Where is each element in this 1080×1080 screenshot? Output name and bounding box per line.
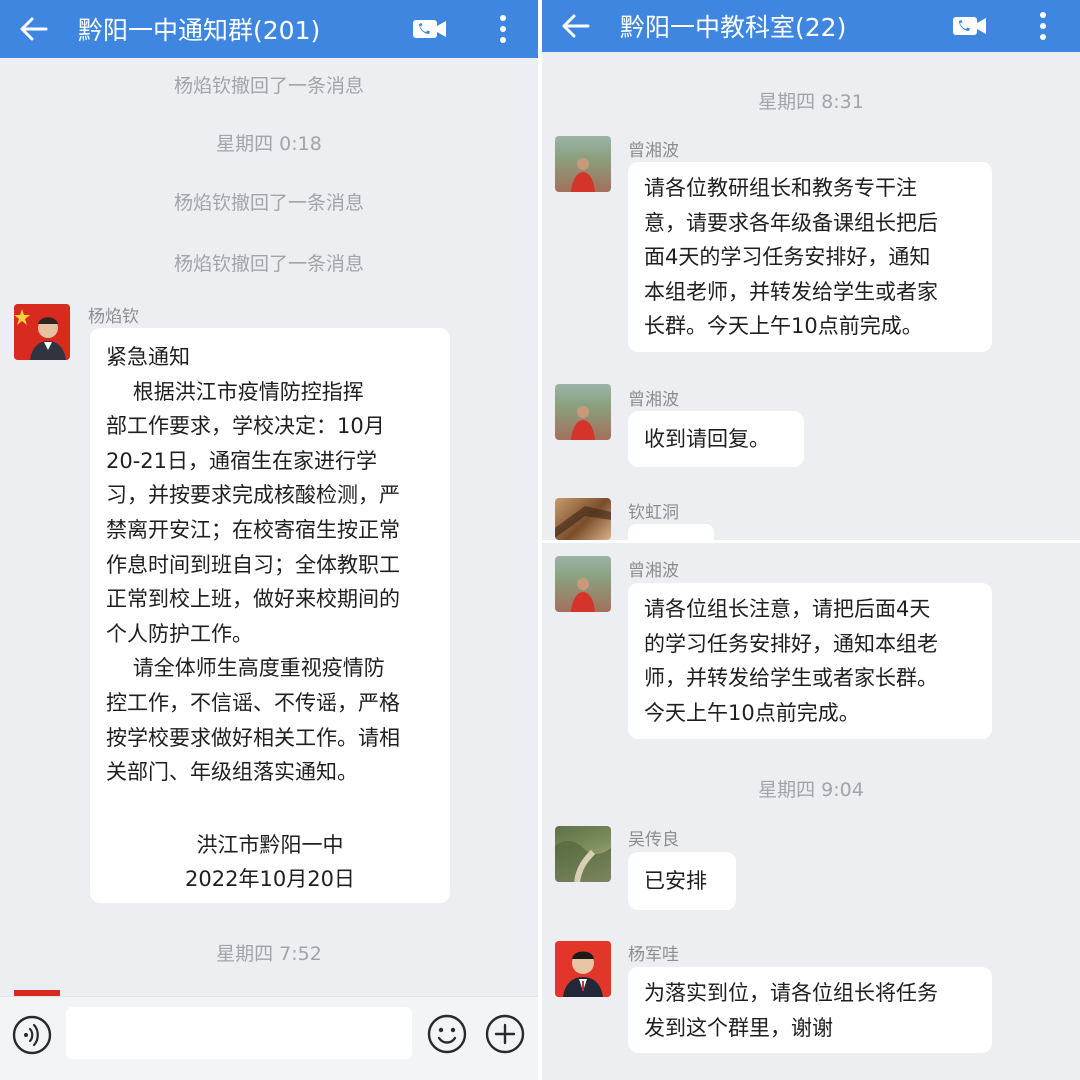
chat-header: 黔阳一中教科室(22): [542, 0, 1080, 52]
message-bubble-partial: [628, 524, 714, 540]
message-bubble[interactable]: 为落实到位，请各位组长将任务 发到这个群里，谢谢: [628, 967, 992, 1053]
video-call-icon[interactable]: [412, 18, 448, 40]
avatar[interactable]: [14, 304, 70, 360]
avatar-image-icon: [555, 506, 611, 538]
avatar[interactable]: [555, 136, 611, 192]
input-bar: [0, 996, 538, 1080]
message-line: 师，并转发给学生或者家长群。: [644, 666, 938, 691]
timestamp: 星期四 8:31: [758, 91, 864, 113]
sender-name: 杨焰钦: [88, 307, 139, 327]
recall-notice: 杨焰钦撤回了一条消息: [173, 75, 364, 97]
timestamp: 星期四 0:18: [216, 133, 322, 155]
message-line: 收到请回复。: [644, 427, 770, 451]
message-line: 为落实到位，请各位组长将任务: [644, 981, 938, 1005]
emoji-icon[interactable]: [426, 1013, 468, 1055]
back-arrow-icon[interactable]: [560, 10, 592, 42]
voice-input-icon[interactable]: [12, 1015, 52, 1055]
message-line: 今天上午10点前完成。: [644, 700, 860, 725]
sender-name: 吴传良: [628, 830, 679, 850]
signature-line: 2022年10月20日: [185, 867, 355, 892]
avatar-portrait-icon: [555, 941, 611, 997]
signature-line: 洪江市黔阳一中: [196, 832, 344, 857]
message-line: 的学习任务安排好，通知本组老: [644, 631, 938, 656]
more-vertical-icon[interactable]: [498, 14, 508, 44]
avatar-landscape-icon: [555, 840, 611, 882]
screenshot-seam: [542, 540, 1080, 543]
message-line: 按学校要求做好相关工作。请相: [106, 725, 400, 750]
sender-name: 曾湘波: [628, 390, 679, 410]
plus-icon[interactable]: [484, 1013, 526, 1055]
avatar[interactable]: [555, 498, 611, 540]
sender-name: 曾湘波: [628, 561, 679, 581]
chat-panel-left: 黔阳一中通知群(201) 杨焰钦撤回了一条消息 星期四 0:18 杨焰钦撤回了一…: [0, 0, 538, 1080]
message-bubble[interactable]: 请各位教研组长和教务专干注 意，请要求各年级备课组长把后 面4天的学习任务安排好…: [628, 162, 992, 352]
message-line: 禁离开安江；在校寄宿生按正常: [106, 517, 400, 542]
video-call-icon[interactable]: [952, 15, 988, 37]
message-line: 习，并按要求完成核酸检测，严: [106, 483, 400, 508]
message-line: 根据洪江市疫情防控指挥: [106, 379, 364, 404]
message-line: 发到这个群里，谢谢: [644, 1015, 833, 1040]
message-line: 作息时间到班自习；全体教职工: [106, 552, 400, 577]
sender-name: 钦虹洞: [628, 503, 679, 523]
chat-title: 黔阳一中教科室(22): [620, 13, 847, 42]
avatar-portrait-icon: [571, 158, 595, 192]
avatar[interactable]: [555, 826, 611, 882]
timestamp: 星期四 9:04: [758, 779, 864, 801]
message-line: 控工作，不信谣、不传谣，严格: [106, 690, 400, 715]
avatar[interactable]: [555, 556, 611, 612]
avatar[interactable]: [555, 941, 611, 997]
message-line: 意，请要求各年级备课组长把后: [644, 210, 938, 235]
message-line: 正常到校上班，做好来校期间的: [106, 587, 400, 612]
timestamp: 星期四 7:52: [216, 943, 322, 965]
message-bubble[interactable]: 收到请回复。: [628, 411, 804, 467]
message-line: 长群。今天上午10点前完成。: [644, 314, 923, 339]
sender-name: 杨军哇: [628, 945, 679, 965]
message-line: 已安排: [644, 869, 707, 893]
sender-name: 曾湘波: [628, 141, 679, 161]
message-bubble[interactable]: 紧急通知 根据洪江市疫情防控指挥 部工作要求，学校决定：10月 20-21日，通…: [90, 328, 450, 903]
message-line: 紧急通知: [106, 345, 190, 369]
back-arrow-icon[interactable]: [18, 13, 50, 45]
message-bubble[interactable]: 已安排: [628, 852, 736, 910]
message-input[interactable]: [66, 1007, 412, 1059]
message-line: 关部门、年级组落实通知。: [106, 760, 358, 785]
avatar[interactable]: [555, 384, 611, 440]
avatar-portrait-icon: [14, 304, 70, 360]
avatar-portrait-icon: [571, 406, 595, 440]
message-line: 请各位教研组长和教务专干注: [644, 176, 917, 200]
message-line: 面4天的学习任务安排好，通知: [644, 245, 931, 270]
message-line: 部工作要求，学校决定：10月: [106, 414, 385, 439]
recall-notice: 杨焰钦撤回了一条消息: [173, 192, 364, 214]
message-line: 请各位组长注意，请把后面4天: [644, 597, 931, 621]
message-line: 20-21日，通宿生在家进行学: [106, 448, 378, 473]
message-line: 本组老师，并转发给学生或者家: [644, 279, 938, 304]
avatar-portrait-icon: [571, 578, 595, 612]
chat-header: 黔阳一中通知群(201): [0, 0, 538, 58]
chat-title: 黔阳一中通知群(201): [78, 16, 321, 45]
recall-notice: 杨焰钦撤回了一条消息: [173, 253, 364, 275]
message-bubble[interactable]: 请各位组长注意，请把后面4天 的学习任务安排好，通知本组老 师，并转发给学生或者…: [628, 583, 992, 739]
chat-panel-right: 黔阳一中教科室(22) 星期四 8:31 曾湘波 请各位教研组长和教务专干注 意…: [542, 0, 1080, 1080]
message-line: 个人防护工作。: [106, 621, 253, 646]
more-vertical-icon[interactable]: [1038, 11, 1048, 41]
message-line: 请全体师生高度重视疫情防: [106, 656, 385, 681]
